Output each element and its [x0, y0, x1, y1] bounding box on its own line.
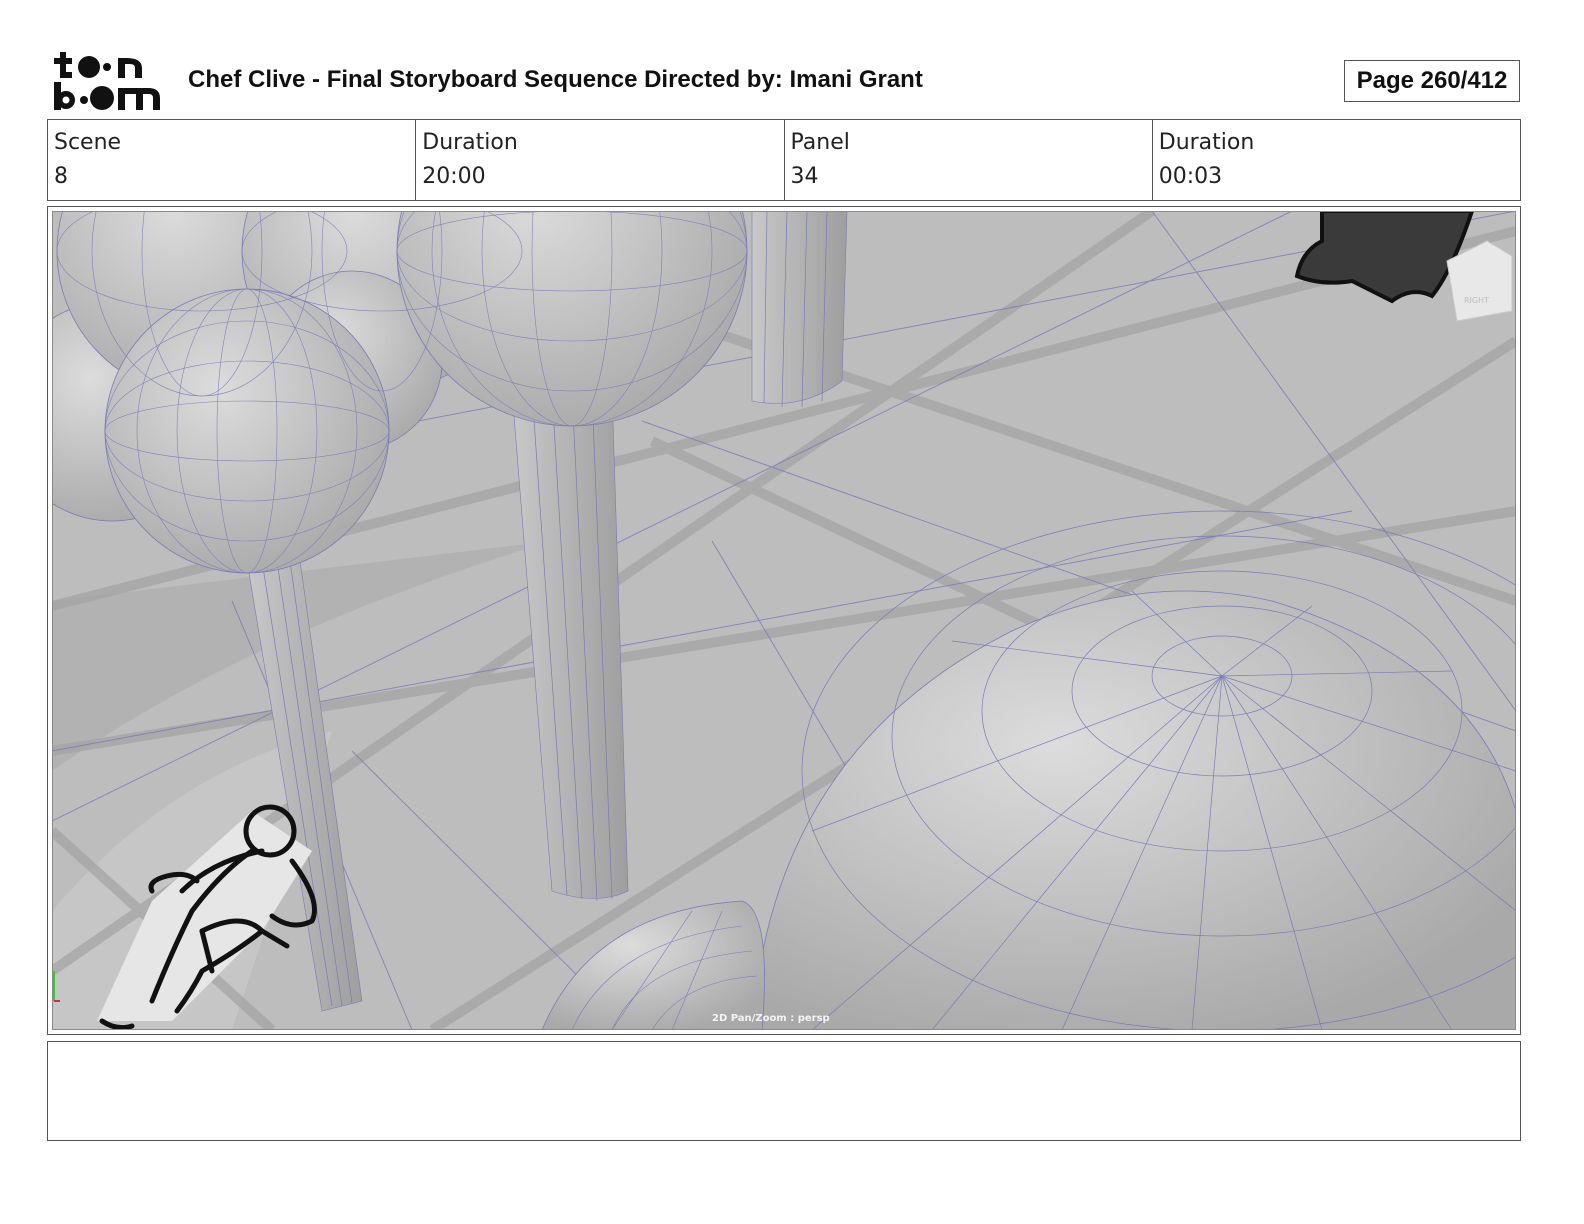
- scene-cell: Scene 8: [48, 120, 415, 200]
- panel-duration-cell: Duration 00:03: [1151, 120, 1520, 200]
- panel-image: RIGHT 2D Pan/Zoom : persp: [52, 211, 1516, 1030]
- panel-duration-value: 00:03: [1158, 164, 1223, 189]
- viewport-label: 2D Pan/Zoom : persp: [712, 1013, 830, 1024]
- toon-boom-logo: [52, 50, 164, 112]
- panel-cell: Panel 34: [783, 120, 1152, 200]
- view-cube-label: RIGHT: [1464, 296, 1489, 305]
- panel-notes-box[interactable]: [47, 1041, 1521, 1141]
- panel-info-table: Scene 8 Duration 20:00 Panel 34 Duration…: [47, 119, 1521, 201]
- scene-value: 8: [54, 164, 68, 189]
- panel-value: 34: [790, 164, 819, 189]
- scene-duration-cell: Duration 20:00: [415, 120, 783, 200]
- panel-duration-label: Duration: [1158, 130, 1255, 155]
- scene-label: Scene: [54, 130, 122, 155]
- page-number-badge: Page 260/412: [1344, 60, 1520, 102]
- document-title: Chef Clive - Final Storyboard Sequence D…: [188, 66, 923, 93]
- storyboard-panel: RIGHT 2D Pan/Zoom : persp: [47, 206, 1521, 1035]
- scene-duration-label: Duration: [422, 130, 518, 155]
- logo-icon: [54, 52, 160, 110]
- panel-label: Panel: [790, 130, 850, 155]
- scene-duration-value: 20:00: [422, 164, 486, 189]
